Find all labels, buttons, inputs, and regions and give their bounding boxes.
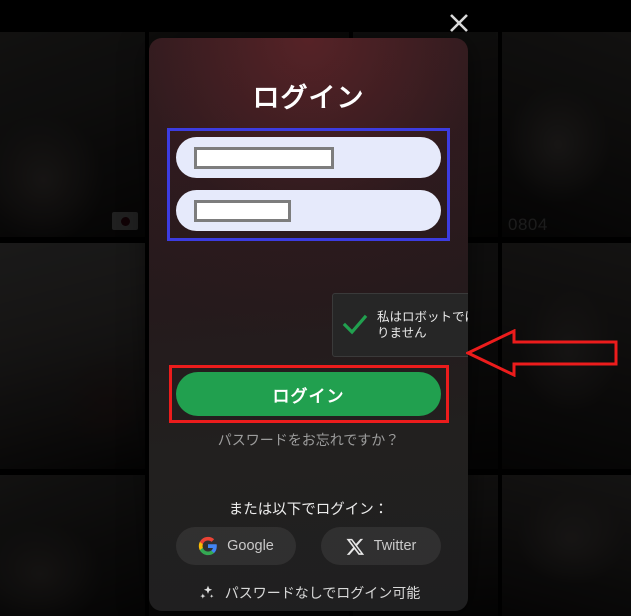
close-button[interactable] [444, 8, 474, 38]
google-g-icon [198, 536, 217, 556]
password-field[interactable] [176, 190, 441, 231]
forgot-password-link[interactable]: パスワードをお忘れですか？ [149, 430, 468, 450]
sparkles-icon [199, 585, 214, 599]
twitter-login-button[interactable]: Twitter [321, 527, 441, 565]
pointer-arrow-annotation [466, 329, 618, 377]
login-submit-button[interactable]: ログイン [176, 372, 441, 416]
passwordless-label: パスワードなしでログイン可能 [224, 586, 421, 602]
google-login-label: Google [227, 538, 274, 554]
login-modal: ログイン 私はロボットではありません reCAPTCHA プライ [149, 38, 468, 611]
recaptcha-label: 私はロボットではありません [377, 308, 468, 341]
social-login-row: Google Twitter [176, 527, 441, 565]
twitter-x-icon [346, 538, 364, 555]
twitter-login-label: Twitter [373, 538, 417, 554]
alt-login-label: または以下でログイン： [228, 502, 389, 518]
close-x-icon [450, 14, 468, 32]
credentials-fields [176, 137, 441, 243]
recaptcha-checkbox[interactable] [333, 314, 377, 336]
green-check-icon [342, 314, 368, 335]
google-login-button[interactable]: Google [176, 527, 296, 565]
password-redaction [194, 199, 291, 222]
passwordless-login-link[interactable]: パスワードなしでログイン可能 [149, 583, 468, 603]
username-redaction [194, 146, 334, 169]
recaptcha-widget[interactable]: 私はロボットではありません reCAPTCHA プライバシー - 利用規約 [332, 293, 468, 357]
page-title: ログイン [252, 83, 365, 114]
username-field[interactable] [176, 137, 441, 178]
